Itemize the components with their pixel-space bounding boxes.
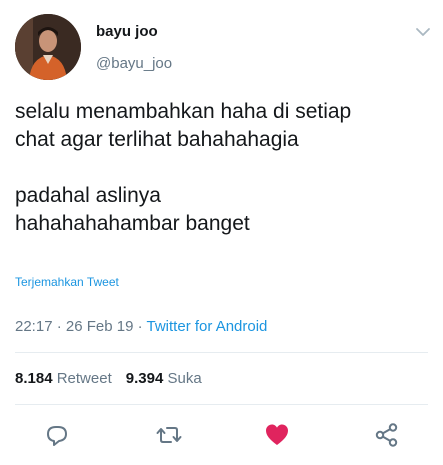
tweet-time: 22:17 [15, 318, 53, 335]
action-bar [0, 418, 443, 452]
tweet-text: selalu menambahkan haha di setiap chat a… [15, 100, 352, 235]
display-name[interactable]: bayu joo [96, 23, 158, 40]
chevron-down-icon[interactable] [415, 26, 431, 38]
retweet-stat[interactable]: 8.184 Retweet [15, 370, 112, 387]
meta-separator: · [52, 318, 66, 335]
user-handle[interactable]: @bayu_joo [96, 55, 172, 72]
divider [15, 404, 428, 405]
tweet-date: 26 Feb 19 [65, 318, 134, 335]
avatar-photo [15, 14, 81, 80]
translate-tweet-link[interactable]: Terjemahkan Tweet [15, 275, 119, 289]
avatar[interactable] [15, 14, 81, 80]
heart-icon[interactable] [264, 422, 290, 448]
tweet-stats: 8.184 Retweet 9.394 Suka [15, 370, 202, 387]
reply-icon[interactable] [44, 422, 70, 448]
tweet-source-link[interactable]: Twitter for Android [147, 318, 268, 335]
tweet-meta: 22:17 · 26 Feb 19 · Twitter for Android [15, 318, 267, 335]
like-stat-label: Suka [167, 370, 202, 387]
retweet-icon[interactable] [156, 422, 182, 448]
meta-separator: · [133, 318, 147, 335]
like-count: 9.394 [125, 370, 164, 387]
like-stat[interactable]: 9.394 Suka [126, 370, 202, 387]
share-icon[interactable] [374, 422, 400, 448]
divider [15, 352, 428, 353]
retweet-count: 8.184 [15, 370, 53, 387]
retweet-stat-label: Retweet [56, 370, 112, 387]
